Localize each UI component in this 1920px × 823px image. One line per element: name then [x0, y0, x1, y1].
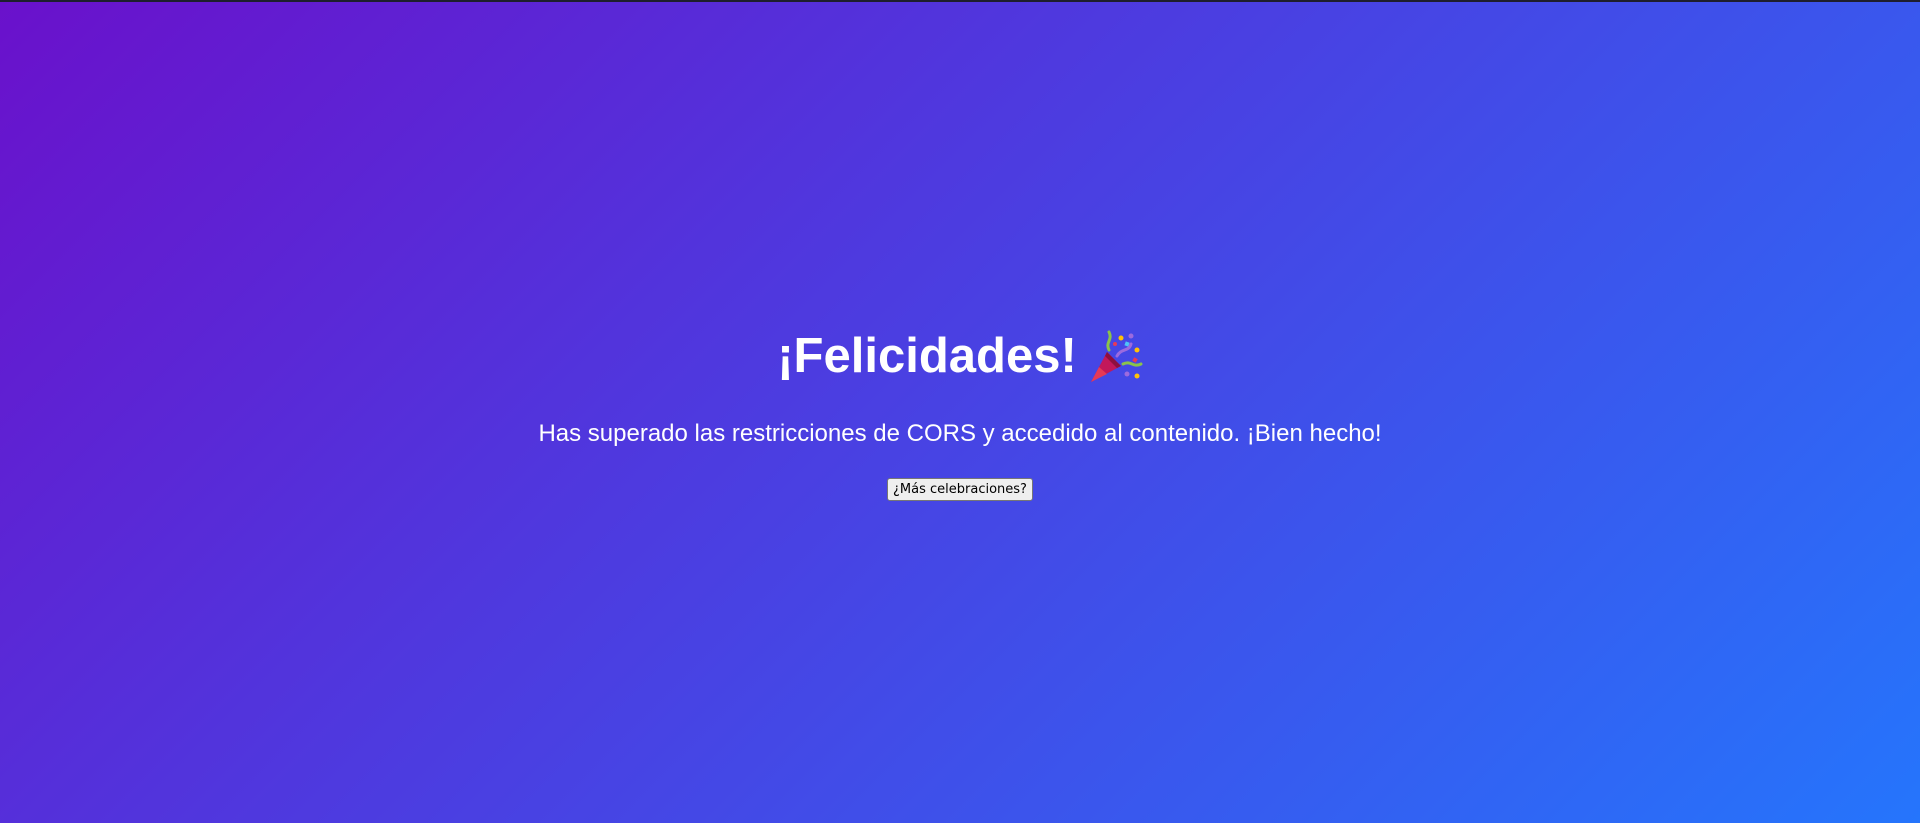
- page-title: ¡Felicidades!: [777, 329, 1077, 384]
- success-message: Has superado las restricciones de CORS y…: [538, 419, 1382, 447]
- party-popper-icon: [1087, 330, 1143, 384]
- title-row: ¡Felicidades!: [777, 330, 1143, 384]
- celebration-container: ¡Felicidades! Has superado las restricci…: [0, 0, 1920, 823]
- more-celebrations-button[interactable]: ¿Más celebraciones?: [887, 478, 1033, 502]
